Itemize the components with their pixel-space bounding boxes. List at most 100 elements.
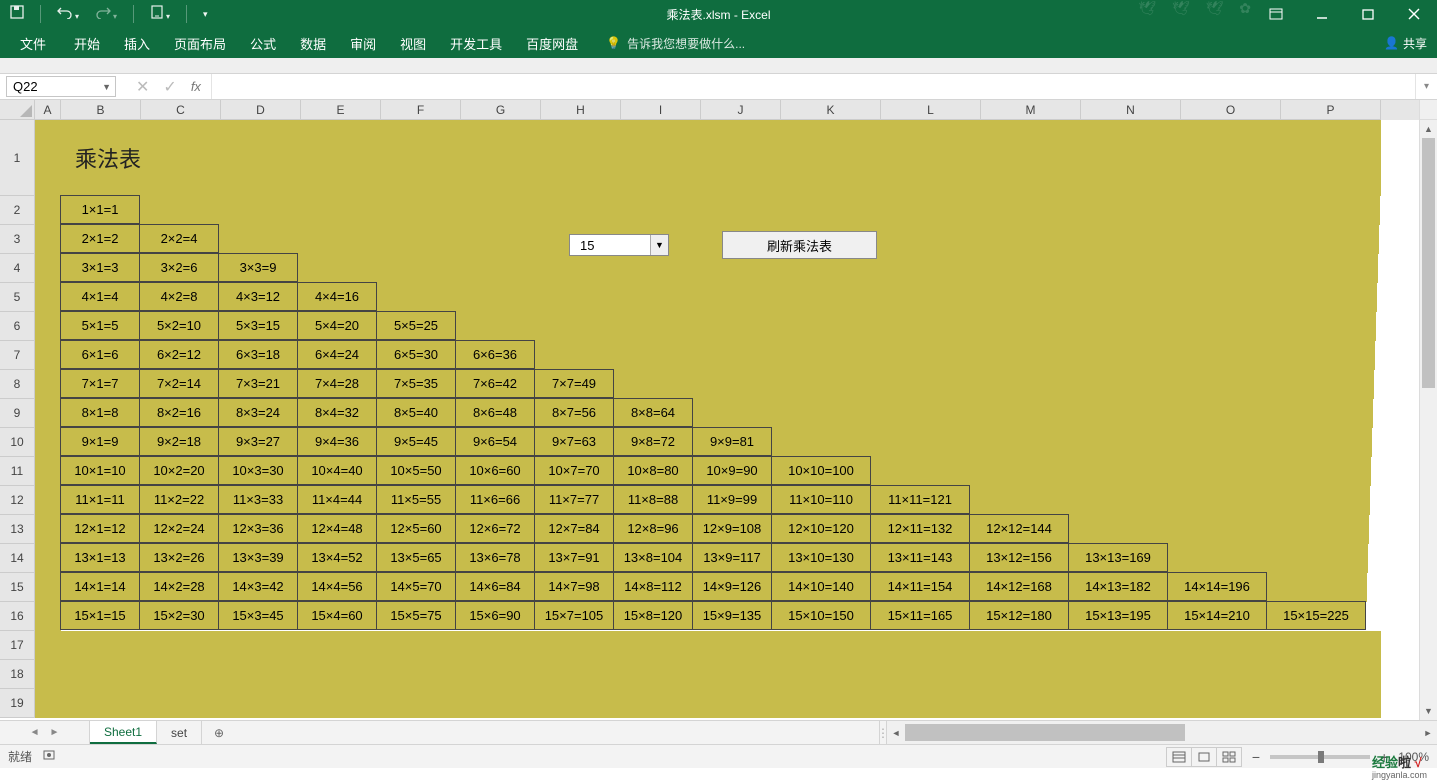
row-header[interactable]: 18 xyxy=(0,660,35,689)
table-cell[interactable]: 7×7=49 xyxy=(534,369,614,398)
cell[interactable] xyxy=(873,399,973,428)
column-header[interactable]: H xyxy=(541,100,621,120)
touch-mode-icon[interactable]: ▾ xyxy=(150,5,170,24)
row-header[interactable]: 17 xyxy=(0,631,35,660)
table-cell[interactable]: 9×2=18 xyxy=(139,427,219,456)
cell[interactable] xyxy=(980,196,1080,225)
row-header[interactable]: 8 xyxy=(0,370,35,399)
cell[interactable] xyxy=(880,196,980,225)
cell[interactable] xyxy=(35,602,61,631)
cell[interactable] xyxy=(300,196,380,225)
fx-icon[interactable]: fx xyxy=(191,79,201,94)
formula-input[interactable] xyxy=(212,74,1415,99)
table-cell[interactable]: 3×2=6 xyxy=(139,253,219,282)
table-cell[interactable]: 11×9=99 xyxy=(692,485,772,514)
table-cell[interactable]: 9×3=27 xyxy=(218,427,298,456)
cell[interactable] xyxy=(1181,631,1281,660)
cell[interactable] xyxy=(781,120,881,196)
cell[interactable] xyxy=(35,689,61,718)
table-cell[interactable]: 5×4=20 xyxy=(297,311,377,340)
cell[interactable] xyxy=(381,631,461,660)
formula-expand-icon[interactable]: ▾ xyxy=(1415,74,1437,99)
cell[interactable] xyxy=(379,225,459,254)
cell[interactable] xyxy=(220,196,300,225)
cell[interactable] xyxy=(1069,515,1169,544)
cell[interactable] xyxy=(974,370,1074,399)
table-cell[interactable]: 6×5=30 xyxy=(376,340,456,369)
table-cell[interactable]: 8×1=8 xyxy=(60,398,140,427)
table-cell[interactable]: 15×9=135 xyxy=(692,601,772,630)
table-cell[interactable]: 11×2=22 xyxy=(139,485,219,514)
row-header[interactable]: 5 xyxy=(0,283,35,312)
cell[interactable] xyxy=(461,120,541,196)
cell[interactable] xyxy=(1281,120,1381,196)
table-cell[interactable]: 13×4=52 xyxy=(297,543,377,572)
cell[interactable] xyxy=(780,196,880,225)
column-header[interactable]: M xyxy=(981,100,1081,120)
cell[interactable] xyxy=(541,660,621,689)
table-cell[interactable]: 11×5=55 xyxy=(376,485,456,514)
table-cell[interactable]: 14×8=112 xyxy=(613,572,693,601)
column-header[interactable]: E xyxy=(301,100,381,120)
table-cell[interactable]: 6×1=6 xyxy=(60,340,140,369)
cell[interactable] xyxy=(1076,312,1176,341)
table-cell[interactable]: 14×5=70 xyxy=(376,572,456,601)
cell[interactable] xyxy=(221,689,301,718)
table-cell[interactable]: 13×10=130 xyxy=(771,543,871,572)
cell[interactable] xyxy=(981,660,1081,689)
ribbon-tab-6[interactable]: 审阅 xyxy=(338,28,388,58)
size-combo[interactable]: 15 ▼ xyxy=(569,234,669,256)
cell[interactable] xyxy=(541,631,621,660)
table-cell[interactable]: 12×2=24 xyxy=(139,514,219,543)
cell[interactable] xyxy=(621,631,701,660)
cell[interactable] xyxy=(1073,399,1173,428)
table-cell[interactable]: 15×4=60 xyxy=(297,601,377,630)
cell[interactable] xyxy=(1080,196,1180,225)
cell[interactable] xyxy=(976,312,1076,341)
table-cell[interactable]: 8×4=32 xyxy=(297,398,377,427)
cell[interactable] xyxy=(970,486,1070,515)
column-header[interactable]: B xyxy=(61,100,141,120)
cell[interactable] xyxy=(535,341,615,370)
tab-scroll-resizer[interactable]: ⋮ xyxy=(879,721,887,744)
cell[interactable] xyxy=(538,254,618,283)
qat-customize-icon[interactable]: ▾ xyxy=(203,9,208,20)
table-cell[interactable]: 8×8=64 xyxy=(613,398,693,427)
row-header[interactable]: 2 xyxy=(0,196,35,225)
cell[interactable] xyxy=(1175,341,1275,370)
cell[interactable] xyxy=(301,689,381,718)
table-cell[interactable]: 11×3=33 xyxy=(218,485,298,514)
cell[interactable] xyxy=(979,225,1079,254)
cell[interactable] xyxy=(773,399,873,428)
cell[interactable] xyxy=(140,196,220,225)
table-cell[interactable]: 13×7=91 xyxy=(534,543,614,572)
cell[interactable] xyxy=(1274,370,1374,399)
cell[interactable] xyxy=(1181,660,1281,689)
table-cell[interactable]: 9×4=36 xyxy=(297,427,377,456)
table-cell[interactable]: 10×9=90 xyxy=(692,456,772,485)
cell[interactable] xyxy=(614,370,694,399)
cell[interactable] xyxy=(1079,225,1179,254)
cell[interactable] xyxy=(380,196,460,225)
table-cell[interactable]: 11×10=110 xyxy=(771,485,871,514)
table-cell[interactable]: 10×1=10 xyxy=(60,456,140,485)
table-cell[interactable]: 7×1=7 xyxy=(60,369,140,398)
cancel-icon[interactable]: ✕ xyxy=(136,77,149,97)
cell[interactable] xyxy=(1181,689,1281,718)
table-cell[interactable]: 8×2=16 xyxy=(139,398,219,427)
table-cell[interactable]: 4×4=16 xyxy=(297,282,377,311)
table-cell[interactable]: 15×6=90 xyxy=(455,601,535,630)
table-cell[interactable]: 8×3=24 xyxy=(218,398,298,427)
table-cell[interactable]: 12×8=96 xyxy=(613,514,693,543)
cell[interactable] xyxy=(1081,689,1181,718)
column-header[interactable]: C xyxy=(141,100,221,120)
table-cell[interactable]: 14×2=28 xyxy=(139,572,219,601)
cell[interactable] xyxy=(1070,486,1170,515)
cell[interactable] xyxy=(977,283,1077,312)
cell[interactable] xyxy=(621,660,701,689)
cell[interactable] xyxy=(461,689,541,718)
cell[interactable] xyxy=(1270,486,1370,515)
cell[interactable] xyxy=(772,428,872,457)
cell[interactable] xyxy=(1173,399,1273,428)
cell[interactable] xyxy=(536,312,616,341)
